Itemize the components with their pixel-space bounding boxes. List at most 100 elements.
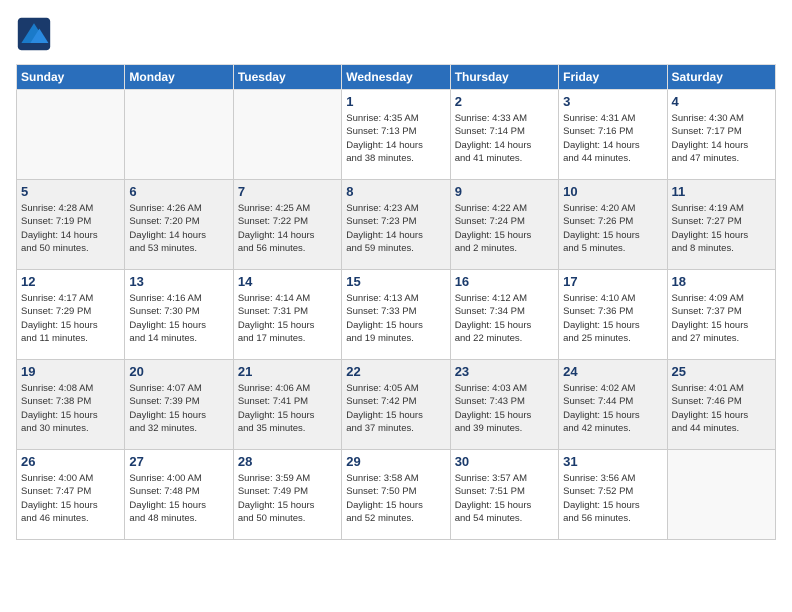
day-number: 10 [563, 184, 662, 199]
day-header-tuesday: Tuesday [233, 65, 341, 90]
cell-info: Sunrise: 4:33 AM Sunset: 7:14 PM Dayligh… [455, 112, 554, 165]
day-number: 24 [563, 364, 662, 379]
page-header [16, 16, 776, 52]
cal-cell [17, 90, 125, 180]
cell-info: Sunrise: 4:16 AM Sunset: 7:30 PM Dayligh… [129, 292, 228, 345]
cal-cell: 13 Sunrise: 4:16 AM Sunset: 7:30 PM Dayli… [125, 270, 233, 360]
day-number: 29 [346, 454, 445, 469]
day-header-thursday: Thursday [450, 65, 558, 90]
day-number: 7 [238, 184, 337, 199]
day-number: 15 [346, 274, 445, 289]
day-header-friday: Friday [559, 65, 667, 90]
cal-cell: 15 Sunrise: 4:13 AM Sunset: 7:33 PM Dayli… [342, 270, 450, 360]
cal-cell: 27 Sunrise: 4:00 AM Sunset: 7:48 PM Dayli… [125, 450, 233, 540]
day-header-wednesday: Wednesday [342, 65, 450, 90]
cal-cell: 14 Sunrise: 4:14 AM Sunset: 7:31 PM Dayli… [233, 270, 341, 360]
cell-info: Sunrise: 4:02 AM Sunset: 7:44 PM Dayligh… [563, 382, 662, 435]
cell-info: Sunrise: 4:31 AM Sunset: 7:16 PM Dayligh… [563, 112, 662, 165]
cell-info: Sunrise: 4:30 AM Sunset: 7:17 PM Dayligh… [672, 112, 771, 165]
day-number: 22 [346, 364, 445, 379]
day-header-saturday: Saturday [667, 65, 775, 90]
cal-cell: 22 Sunrise: 4:05 AM Sunset: 7:42 PM Dayli… [342, 360, 450, 450]
cal-cell: 4 Sunrise: 4:30 AM Sunset: 7:17 PM Daylig… [667, 90, 775, 180]
cal-cell: 19 Sunrise: 4:08 AM Sunset: 7:38 PM Dayli… [17, 360, 125, 450]
day-number: 19 [21, 364, 120, 379]
day-number: 12 [21, 274, 120, 289]
day-number: 4 [672, 94, 771, 109]
day-number: 21 [238, 364, 337, 379]
cal-cell: 26 Sunrise: 4:00 AM Sunset: 7:47 PM Dayli… [17, 450, 125, 540]
cal-cell: 24 Sunrise: 4:02 AM Sunset: 7:44 PM Dayli… [559, 360, 667, 450]
cell-info: Sunrise: 4:26 AM Sunset: 7:20 PM Dayligh… [129, 202, 228, 255]
cal-cell: 17 Sunrise: 4:10 AM Sunset: 7:36 PM Dayli… [559, 270, 667, 360]
cal-cell: 28 Sunrise: 3:59 AM Sunset: 7:49 PM Dayli… [233, 450, 341, 540]
cal-cell [233, 90, 341, 180]
cell-info: Sunrise: 4:28 AM Sunset: 7:19 PM Dayligh… [21, 202, 120, 255]
cell-info: Sunrise: 4:06 AM Sunset: 7:41 PM Dayligh… [238, 382, 337, 435]
day-number: 11 [672, 184, 771, 199]
cell-info: Sunrise: 4:09 AM Sunset: 7:37 PM Dayligh… [672, 292, 771, 345]
cal-cell: 5 Sunrise: 4:28 AM Sunset: 7:19 PM Daylig… [17, 180, 125, 270]
day-number: 26 [21, 454, 120, 469]
cell-info: Sunrise: 4:10 AM Sunset: 7:36 PM Dayligh… [563, 292, 662, 345]
cal-cell: 7 Sunrise: 4:25 AM Sunset: 7:22 PM Daylig… [233, 180, 341, 270]
cal-cell: 2 Sunrise: 4:33 AM Sunset: 7:14 PM Daylig… [450, 90, 558, 180]
cal-cell: 25Sunrise: 4:01 AM Sunset: 7:46 PM Dayli… [667, 360, 775, 450]
cell-info: Sunrise: 4:00 AM Sunset: 7:47 PM Dayligh… [21, 472, 120, 525]
cell-info: Sunrise: 3:58 AM Sunset: 7:50 PM Dayligh… [346, 472, 445, 525]
cell-info: Sunrise: 3:59 AM Sunset: 7:49 PM Dayligh… [238, 472, 337, 525]
cal-cell: 21 Sunrise: 4:06 AM Sunset: 7:41 PM Dayli… [233, 360, 341, 450]
cal-cell: 18 Sunrise: 4:09 AM Sunset: 7:37 PM Dayli… [667, 270, 775, 360]
cal-cell: 1 Sunrise: 4:35 AM Sunset: 7:13 PM Daylig… [342, 90, 450, 180]
cell-info: Sunrise: 3:57 AM Sunset: 7:51 PM Dayligh… [455, 472, 554, 525]
day-number: 13 [129, 274, 228, 289]
day-number: 17 [563, 274, 662, 289]
day-number: 27 [129, 454, 228, 469]
logo-icon [16, 16, 52, 52]
day-number: 9 [455, 184, 554, 199]
cell-info: Sunrise: 4:07 AM Sunset: 7:39 PM Dayligh… [129, 382, 228, 435]
cal-cell: 16 Sunrise: 4:12 AM Sunset: 7:34 PM Dayli… [450, 270, 558, 360]
day-number: 28 [238, 454, 337, 469]
logo [16, 16, 58, 52]
day-number: 31 [563, 454, 662, 469]
cell-info: Sunrise: 4:22 AM Sunset: 7:24 PM Dayligh… [455, 202, 554, 255]
cell-info: Sunrise: 4:12 AM Sunset: 7:34 PM Dayligh… [455, 292, 554, 345]
calendar-table: SundayMondayTuesdayWednesdayThursdayFrid… [16, 64, 776, 540]
cal-cell [667, 450, 775, 540]
day-number: 16 [455, 274, 554, 289]
cal-cell: 10 Sunrise: 4:20 AM Sunset: 7:26 PM Dayli… [559, 180, 667, 270]
day-header-sunday: Sunday [17, 65, 125, 90]
cell-info: Sunrise: 4:00 AM Sunset: 7:48 PM Dayligh… [129, 472, 228, 525]
cal-cell: 20 Sunrise: 4:07 AM Sunset: 7:39 PM Dayli… [125, 360, 233, 450]
cal-cell: 12 Sunrise: 4:17 AM Sunset: 7:29 PM Dayli… [17, 270, 125, 360]
day-number: 18 [672, 274, 771, 289]
cell-info: Sunrise: 4:20 AM Sunset: 7:26 PM Dayligh… [563, 202, 662, 255]
cal-cell [125, 90, 233, 180]
cell-info: Sunrise: 4:13 AM Sunset: 7:33 PM Dayligh… [346, 292, 445, 345]
day-number: 20 [129, 364, 228, 379]
cell-info: Sunrise: 4:19 AM Sunset: 7:27 PM Dayligh… [672, 202, 771, 255]
cell-info: Sunrise: 4:23 AM Sunset: 7:23 PM Dayligh… [346, 202, 445, 255]
day-number: 23 [455, 364, 554, 379]
day-number: 14 [238, 274, 337, 289]
cal-cell: 3Sunrise: 4:31 AM Sunset: 7:16 PM Daylig… [559, 90, 667, 180]
day-number: 2 [455, 94, 554, 109]
day-number: 1 [346, 94, 445, 109]
cell-info: Sunrise: 4:25 AM Sunset: 7:22 PM Dayligh… [238, 202, 337, 255]
day-number: 25 [672, 364, 771, 379]
day-number: 6 [129, 184, 228, 199]
cell-info: Sunrise: 4:17 AM Sunset: 7:29 PM Dayligh… [21, 292, 120, 345]
day-header-monday: Monday [125, 65, 233, 90]
cal-cell: 31Sunrise: 3:56 AM Sunset: 7:52 PM Dayli… [559, 450, 667, 540]
cal-cell: 29 Sunrise: 3:58 AM Sunset: 7:50 PM Dayli… [342, 450, 450, 540]
cal-cell: 6 Sunrise: 4:26 AM Sunset: 7:20 PM Daylig… [125, 180, 233, 270]
cal-cell: 9 Sunrise: 4:22 AM Sunset: 7:24 PM Daylig… [450, 180, 558, 270]
cal-cell: 30Sunrise: 3:57 AM Sunset: 7:51 PM Dayli… [450, 450, 558, 540]
cell-info: Sunrise: 4:05 AM Sunset: 7:42 PM Dayligh… [346, 382, 445, 435]
cell-info: Sunrise: 4:35 AM Sunset: 7:13 PM Dayligh… [346, 112, 445, 165]
cell-info: Sunrise: 4:08 AM Sunset: 7:38 PM Dayligh… [21, 382, 120, 435]
day-number: 8 [346, 184, 445, 199]
day-number: 5 [21, 184, 120, 199]
cell-info: Sunrise: 4:14 AM Sunset: 7:31 PM Dayligh… [238, 292, 337, 345]
